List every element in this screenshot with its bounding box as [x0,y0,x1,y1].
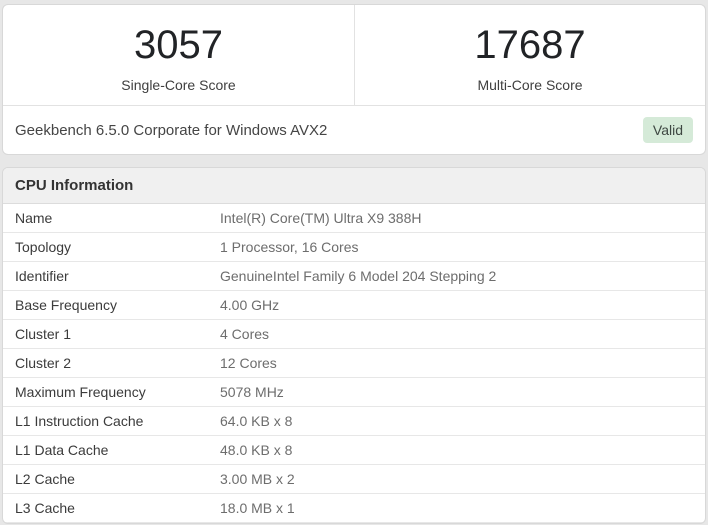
row-label: Identifier [3,261,208,291]
single-core-score-label: Single-Core Score [121,77,236,93]
table-row: L1 Data Cache 48.0 KB x 8 [3,435,705,465]
table-row: L2 Cache 3.00 MB x 2 [3,464,705,494]
row-value: 4.00 GHz [208,290,705,320]
table-row: Name Intel(R) Core(TM) Ultra X9 388H [3,204,705,233]
row-value: 4 Cores [208,319,705,349]
row-label: L1 Instruction Cache [3,406,208,436]
single-core-score-value: 3057 [134,23,223,67]
cpu-information-table: Name Intel(R) Core(TM) Ultra X9 388H Top… [3,204,705,523]
multi-core-score-value: 17687 [474,23,586,67]
row-label: Name [3,204,208,233]
cpu-information-card: CPU Information Name Intel(R) Core(TM) U… [2,167,706,524]
result-bar: Geekbench 6.5.0 Corporate for Windows AV… [3,106,705,154]
multi-core-score-cell: 17687 Multi-Core Score [354,5,705,105]
row-value: 64.0 KB x 8 [208,406,705,436]
table-row: L3 Cache 18.0 MB x 1 [3,493,705,523]
row-value: 18.0 MB x 1 [208,493,705,523]
row-label: Cluster 1 [3,319,208,349]
table-row: Cluster 2 12 Cores [3,348,705,378]
row-label: Topology [3,232,208,262]
row-value: 3.00 MB x 2 [208,464,705,494]
row-value: 5078 MHz [208,377,705,407]
row-label: L1 Data Cache [3,435,208,465]
cpu-information-header: CPU Information [3,168,705,204]
row-value: 12 Cores [208,348,705,378]
row-value: 1 Processor, 16 Cores [208,232,705,262]
row-label: Maximum Frequency [3,377,208,407]
table-row: Topology 1 Processor, 16 Cores [3,232,705,262]
row-value: GenuineIntel Family 6 Model 204 Stepping… [208,261,705,291]
single-core-score-cell: 3057 Single-Core Score [3,5,354,105]
benchmark-version-title: Geekbench 6.5.0 Corporate for Windows AV… [15,121,328,139]
table-row: Maximum Frequency 5078 MHz [3,377,705,407]
table-row: Base Frequency 4.00 GHz [3,290,705,320]
valid-status-badge: Valid [642,117,693,143]
multi-core-score-label: Multi-Core Score [477,77,583,93]
row-label: L3 Cache [3,493,208,523]
table-row: Identifier GenuineIntel Family 6 Model 2… [3,261,705,291]
row-label: L2 Cache [3,464,208,494]
row-value: Intel(R) Core(TM) Ultra X9 388H [208,204,705,233]
row-label: Cluster 2 [3,348,208,378]
table-row: L1 Instruction Cache 64.0 KB x 8 [3,406,705,436]
table-row: Cluster 1 4 Cores [3,319,705,349]
row-label: Base Frequency [3,290,208,320]
scores-section: 3057 Single-Core Score 17687 Multi-Core … [3,5,705,106]
scores-card: 3057 Single-Core Score 17687 Multi-Core … [2,4,706,155]
row-value: 48.0 KB x 8 [208,435,705,465]
